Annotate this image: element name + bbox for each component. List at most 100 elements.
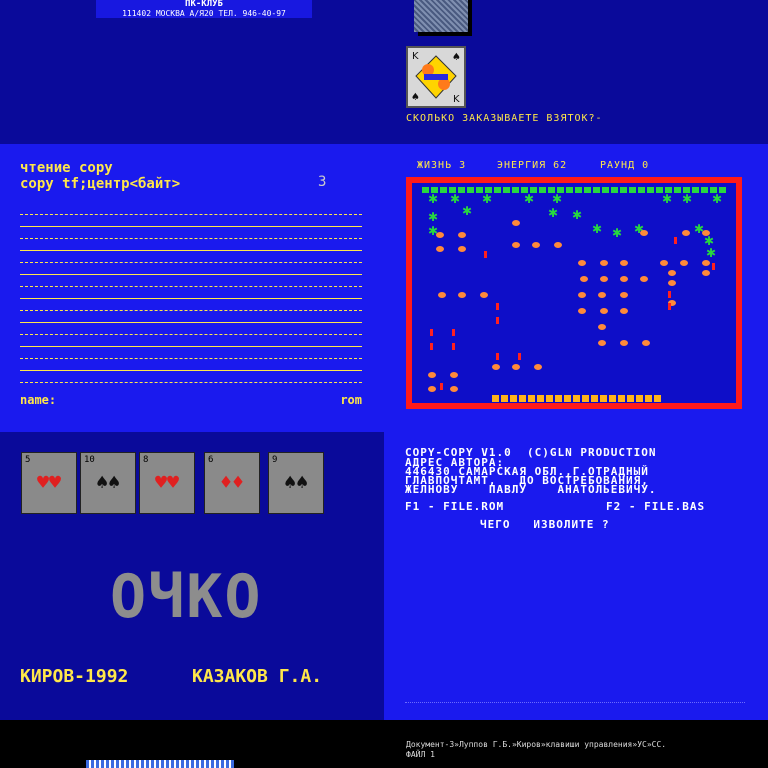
- pk-club-banner: ПК-КЛУБ 111402 МОСКВА А/Я20 ТЕЛ. 946-40-…: [96, 0, 312, 18]
- arcade-game-panel: ЖИЗНЬ 3 ЭНЕРГИЯ 62 РАУНД 0 ✱ ✱ ✱ ✱ ✱ ✱ ✱ ✱ ✱ ✱ ✱ ✱ ✱…: [384, 144, 768, 432]
- card-suit-icon: ♥♥: [154, 470, 180, 494]
- cursor-glyph: 3: [318, 174, 327, 190]
- ruled-line: [20, 214, 362, 215]
- document-line-2: ФАЙЛ 1: [406, 750, 435, 759]
- red-bullet: [484, 251, 487, 258]
- green-block: [647, 187, 654, 193]
- green-creature-icon: ✱: [428, 192, 438, 206]
- orange-face-icon: [428, 386, 436, 392]
- copycopy-address-3: ЖЕЛНОВУ ПАВЛУ АНАТОЛЬЕВИЧУ.: [405, 483, 657, 496]
- green-creature-icon: ✱: [612, 226, 622, 240]
- playing-card: 6 ♦♦: [204, 452, 260, 514]
- ruled-line: [20, 274, 362, 275]
- green-block: [566, 187, 573, 193]
- green-creature-icon: ✱: [706, 246, 716, 260]
- orange-face-icon: [578, 292, 586, 298]
- pk-club-title: ПК-КЛУБ: [185, 0, 223, 9]
- green-block: [701, 187, 708, 193]
- ruled-line: [20, 238, 362, 239]
- card-rank: 9: [272, 455, 278, 465]
- energy-counter: ЭНЕРГИЯ 62: [497, 160, 568, 171]
- green-block: [674, 187, 681, 193]
- card-rank: 10: [84, 455, 95, 465]
- orange-face-icon: [600, 276, 608, 282]
- orange-face-icon: [458, 232, 466, 238]
- red-bullet: [674, 237, 677, 244]
- red-bullet: [496, 317, 499, 324]
- card-suit-icon: ♥♥: [36, 470, 62, 494]
- green-block: [494, 187, 501, 193]
- orange-face-icon: [436, 246, 444, 252]
- red-bullet: [430, 329, 433, 336]
- orange-face-icon: [620, 260, 628, 266]
- orange-face-icon: [600, 308, 608, 314]
- orange-block: [564, 395, 571, 402]
- copy-line-1: чтение copy: [20, 160, 113, 176]
- ruled-line: [20, 298, 362, 299]
- orange-block: [609, 395, 616, 402]
- orange-block: [654, 395, 661, 402]
- playing-card: 8 ♥♥: [139, 452, 195, 514]
- orange-face-icon: [702, 270, 710, 276]
- ruled-line: [20, 370, 362, 371]
- orange-block: [645, 395, 652, 402]
- city-year: КИРОВ-1992: [20, 666, 129, 687]
- orange-face-icon: [480, 292, 488, 298]
- card-suit-icon: ♦♦: [219, 470, 245, 494]
- orange-face-icon: [458, 246, 466, 252]
- orange-face-icon: [660, 260, 668, 266]
- card-suit-icon: ♠♠: [283, 470, 309, 494]
- ruled-line: [20, 358, 362, 359]
- copy-copy-panel: COPY-COPY V1.0 (C)GLN PRODUCTION АДРЕС А…: [384, 432, 768, 720]
- king-card-icon: K K ♠ ♠: [406, 46, 466, 108]
- ruled-line: [20, 286, 362, 287]
- red-bullet: [452, 329, 455, 336]
- ruled-line: [20, 334, 362, 335]
- green-block: [611, 187, 618, 193]
- red-bullet: [518, 353, 521, 360]
- red-bullet: [440, 383, 443, 390]
- orange-face-icon: [428, 372, 436, 378]
- orange-face-icon: [492, 364, 500, 370]
- green-block: [692, 187, 699, 193]
- orange-face-icon: [512, 220, 520, 226]
- orange-face-icon: [620, 292, 628, 298]
- green-creature-icon: ✱: [462, 204, 472, 218]
- author-name: КАЗАКОВ Г.А.: [192, 666, 323, 687]
- svg-text:K: K: [412, 51, 419, 62]
- orange-face-icon: [578, 260, 586, 266]
- f1-option[interactable]: F1 - FILE.ROM: [405, 500, 504, 513]
- svg-text:K: K: [453, 94, 460, 105]
- card-deck-back: [414, 0, 468, 32]
- orange-face-icon: [640, 230, 648, 236]
- bottom-left-panel: [0, 720, 384, 768]
- playing-card: 9 ♠♠: [268, 452, 324, 514]
- pk-club-address: 111402 МОСКВА А/Я20 ТЕЛ. 946-40-97: [122, 9, 286, 18]
- green-block: [638, 187, 645, 193]
- red-bullet: [452, 343, 455, 350]
- orange-block: [528, 395, 535, 402]
- green-block: [467, 187, 474, 193]
- orange-face-icon: [458, 292, 466, 298]
- green-block: [620, 187, 627, 193]
- orange-block: [537, 395, 544, 402]
- orange-face-icon: [450, 372, 458, 378]
- ochko-panel: 5 ♥♥ 10 ♠♠ 8 ♥♥ 6 ♦♦ 9 ♠♠ ОЧКО КИРОВ-1992 КАЗАКОВ…: [0, 432, 384, 720]
- document-line-1: Документ-3»Луппов Г.Б.»Киров»клавиши упр…: [406, 740, 667, 749]
- tricks-prompt: СКОЛЬКО ЗАКАЗЫВАЕТЕ ВЗЯТОК?-: [406, 113, 603, 124]
- orange-face-icon: [668, 280, 676, 286]
- rom-label: rom: [340, 393, 362, 407]
- orange-face-icon: [436, 232, 444, 238]
- green-creature-icon: ✱: [712, 192, 722, 206]
- orange-block: [555, 395, 562, 402]
- orange-block: [582, 395, 589, 402]
- orange-face-icon: [512, 242, 520, 248]
- f2-option[interactable]: F2 - FILE.BAS: [606, 500, 705, 513]
- green-creature-icon: ✱: [428, 210, 438, 224]
- orange-face-icon: [598, 292, 606, 298]
- card-rank: 6: [208, 455, 214, 465]
- orange-face-icon: [438, 292, 446, 298]
- round-counter: РАУНД 0: [600, 160, 650, 171]
- preferans-panel: K K ♠ ♠ СКОЛЬКО ЗАКАЗЫВАЕТЕ ВЗЯТОК?-: [384, 0, 768, 144]
- orange-block: [591, 395, 598, 402]
